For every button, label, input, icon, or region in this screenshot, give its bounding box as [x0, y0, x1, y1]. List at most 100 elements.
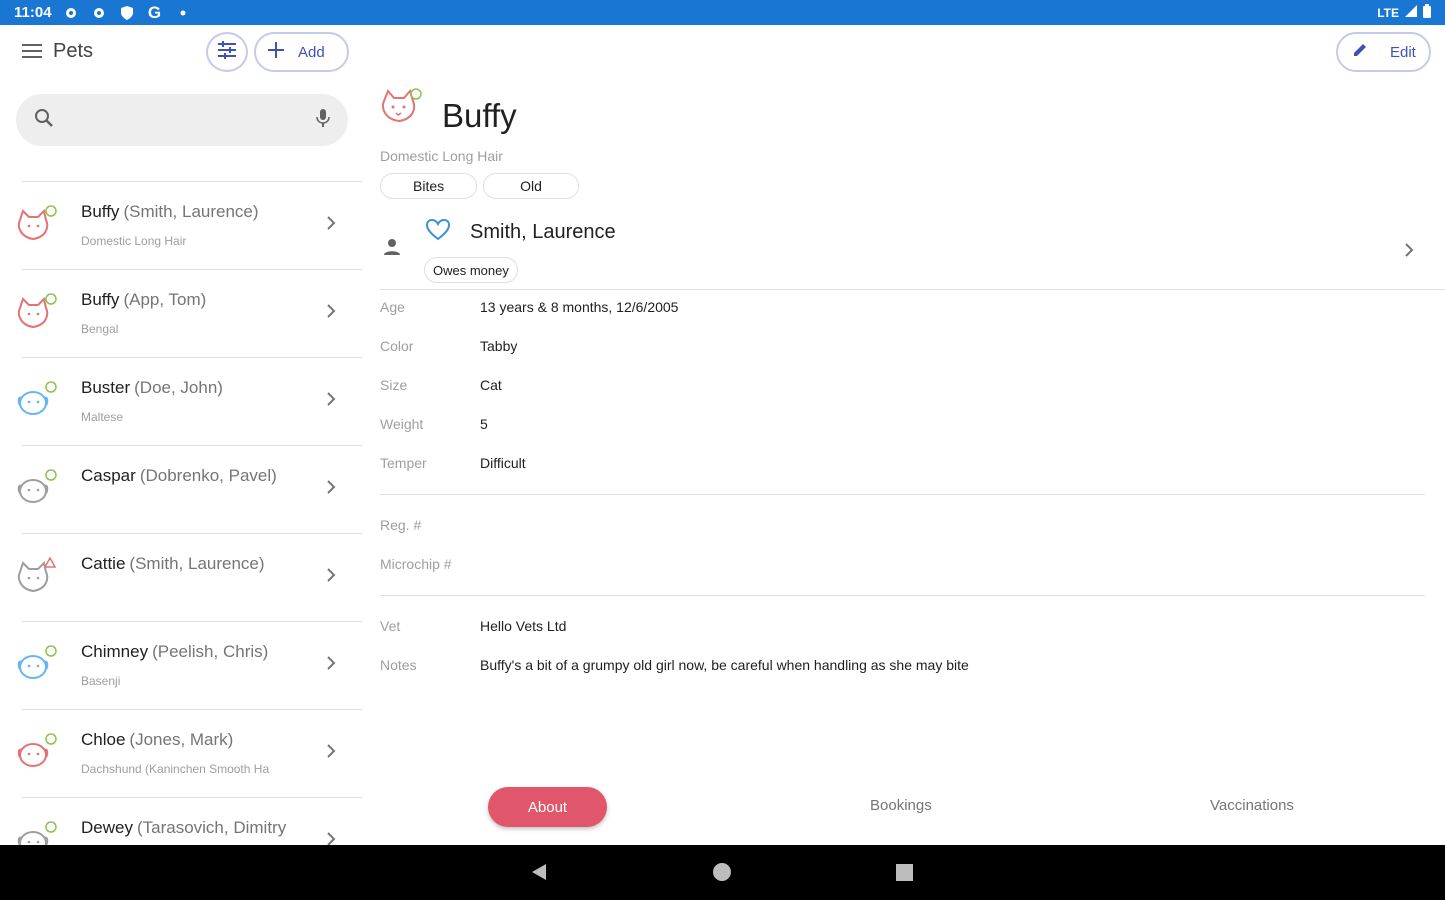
home-icon[interactable] — [713, 863, 731, 881]
list-item[interactable]: Dewey (Tarasovich, Dimitry — [17, 797, 362, 845]
pet-title: Cattie (Smith, Laurence) — [81, 554, 265, 574]
status-bar: 11:04 G LTE — [0, 0, 1445, 25]
pet-breed: Dachshund (Kaninchen Smooth Ha — [81, 762, 270, 776]
detail-label: Color — [380, 338, 414, 354]
add-label: Add — [298, 43, 325, 61]
pet-name: Caspar — [81, 466, 136, 485]
detail-label: Temper — [380, 455, 427, 471]
page-title: Pets — [53, 40, 94, 62]
detail-tabs: About Bookings Vaccinations — [365, 787, 1445, 829]
chevron-right-icon — [322, 740, 340, 762]
list-item[interactable]: Buster (Doe, John) Maltese — [17, 357, 362, 445]
search-icon — [34, 108, 54, 133]
tag-chip: Bites — [380, 173, 478, 199]
pet-title: Chloe (Jones, Mark) — [81, 730, 233, 750]
divider — [380, 595, 1425, 596]
tune-icon — [217, 40, 237, 64]
pet-title: Buffy (App, Tom) — [81, 290, 206, 310]
detail-row-size: Size Cat — [380, 375, 1425, 414]
detail-label: Weight — [380, 416, 424, 432]
list-toolbar: Pets Add — [0, 25, 365, 80]
detail-label: Vet — [380, 618, 401, 634]
owner-tag-chip: Owes money — [424, 257, 518, 283]
dog-icon — [16, 468, 58, 510]
list-item[interactable]: Chimney (Peelish, Chris) Basenji — [17, 621, 362, 709]
pet-name: Chimney — [81, 642, 149, 661]
detail-value: Difficult — [480, 455, 526, 471]
owner-name: Smith, Laurence — [470, 221, 616, 243]
pet-title: Buffy (Smith, Laurence) — [81, 202, 259, 222]
cat-icon — [16, 204, 58, 246]
recents-icon[interactable] — [896, 864, 913, 881]
pet-breed: Maltese — [81, 410, 124, 424]
edit-button[interactable]: Edit — [1336, 32, 1431, 72]
battery-icon — [1423, 4, 1431, 21]
back-icon[interactable] — [530, 863, 548, 886]
pet-name: Dewey — [81, 818, 133, 837]
chevron-right-icon — [322, 212, 340, 234]
pet-title: Caspar (Dobrenko, Pavel) — [81, 466, 277, 486]
tab-about[interactable]: About — [488, 787, 607, 827]
pet-name: Buffy — [442, 97, 517, 134]
detail-value: Cat — [480, 377, 502, 393]
pet-name: Buffy — [81, 202, 120, 221]
pet-tags: Bites Old — [380, 173, 579, 199]
microphone-icon[interactable] — [316, 108, 330, 133]
add-pet-button[interactable]: Add — [254, 32, 349, 72]
dog-icon — [16, 380, 58, 422]
menu-icon[interactable] — [22, 42, 42, 60]
chevron-right-icon — [1400, 239, 1418, 261]
cat-icon — [16, 556, 58, 598]
dog-icon — [16, 732, 58, 774]
detail-value: 5 — [480, 416, 488, 432]
list-item[interactable]: Buffy (Smith, Laurence) Domestic Long Hair — [17, 181, 362, 269]
chevron-right-icon — [322, 476, 340, 498]
pet-owner: (Peelish, Chris) — [152, 642, 269, 661]
detail-row-age: Age 13 years & 8 months, 12/6/2005 — [380, 297, 1425, 336]
detail-label: Age — [380, 299, 405, 315]
dog-icon — [16, 820, 58, 845]
pet-breed: Domestic Long Hair — [380, 148, 503, 164]
detail-row-color: Color Tabby — [380, 336, 1425, 375]
detail-row-vet: Vet Hello Vets Ltd — [380, 616, 1425, 655]
pet-owner: (Dobrenko, Pavel) — [139, 466, 277, 485]
list-item[interactable]: Chloe (Jones, Mark) Dachshund (Kaninchen S… — [17, 709, 362, 797]
list-item[interactable]: Cattie (Smith, Laurence) — [17, 533, 362, 621]
chevron-right-icon — [322, 300, 340, 322]
chevron-right-icon — [322, 388, 340, 410]
dot-icon — [174, 4, 192, 22]
pet-detail-pane: Edit Buffy Domestic Long Hair Bites Old … — [365, 25, 1445, 845]
detail-row-notes: Notes Buffy's a bit of a grumpy old girl… — [380, 655, 1425, 694]
detail-value: 13 years & 8 months, 12/6/2005 — [480, 299, 679, 315]
pet-title: Dewey (Tarasovich, Dimitry — [81, 818, 286, 838]
pet-owner: (Smith, Laurence) — [123, 202, 259, 221]
detail-value: Tabby — [480, 338, 518, 354]
settings-icon — [90, 4, 108, 22]
pet-name: Cattie — [81, 554, 126, 573]
list-item[interactable]: Buffy (App, Tom) Bengal — [17, 269, 362, 357]
search-input[interactable] — [68, 111, 316, 129]
heart-icon — [425, 218, 451, 241]
pet-name: Buffy — [81, 290, 120, 309]
list-item[interactable]: Caspar (Dobrenko, Pavel) — [17, 445, 362, 533]
pencil-icon — [1352, 42, 1368, 62]
owner-row[interactable]: Smith, Laurence Owes money — [380, 215, 1445, 290]
detail-row-microchip: Microchip # — [380, 554, 1425, 593]
pet-list-pane: Pets Add Buffy (Smith, Laurence) Domesti… — [0, 25, 365, 845]
tag-chip: Old — [483, 173, 579, 199]
tab-vaccinations[interactable]: Vaccinations — [1210, 797, 1294, 814]
pet-breed: Basenji — [81, 674, 121, 688]
pet-owner: (Tarasovich, Dimitry — [136, 818, 287, 837]
shield-icon — [118, 4, 136, 22]
plus-icon — [268, 42, 284, 62]
navigation-bar — [0, 845, 1445, 900]
chevron-right-icon — [322, 564, 340, 586]
pet-list: Buffy (Smith, Laurence) Domestic Long Hair… — [0, 181, 365, 845]
detail-value: Buffy's a bit of a grumpy old girl now, … — [480, 657, 969, 673]
edit-label: Edit — [1390, 43, 1416, 61]
filter-button[interactable] — [206, 32, 248, 72]
detail-label: Size — [380, 377, 408, 393]
person-icon — [380, 235, 404, 259]
tab-bookings[interactable]: Bookings — [870, 797, 932, 814]
detail-row-weight: Weight 5 — [380, 414, 1425, 453]
